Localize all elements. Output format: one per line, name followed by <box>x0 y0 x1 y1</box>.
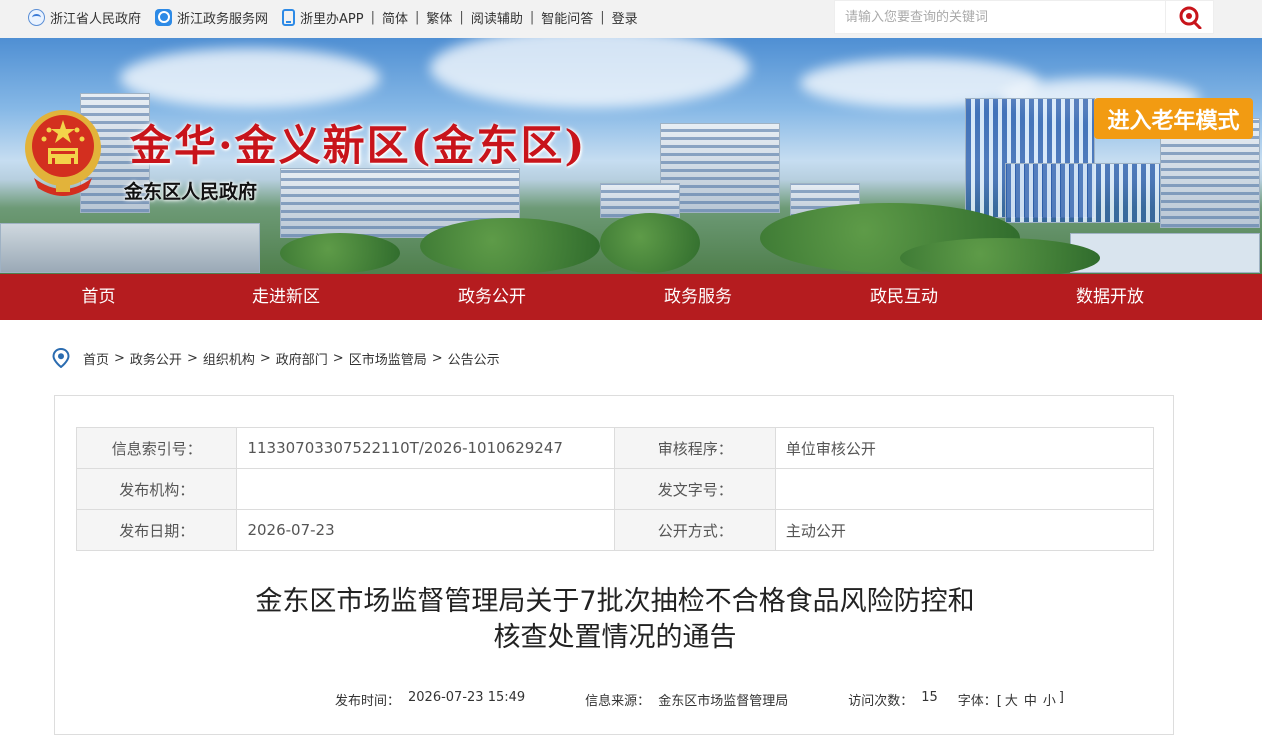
article-title: 金东区市场监督管理局关于7批次抽检不合格食品风险防控和 核查处置情况的通告 <box>55 584 1175 656</box>
breadcrumb-home[interactable]: 首页 <box>83 349 109 368</box>
font-large-button[interactable]: 大 <box>1005 690 1018 709</box>
mode-label: 公开方式： <box>614 509 776 551</box>
source-value: 金东区市场监督管理局 <box>658 694 789 709</box>
site-subtitle: 金东区人民政府 <box>124 181 258 203</box>
publisher-label: 发布机构： <box>75 468 238 510</box>
docno-value <box>774 468 1155 510</box>
login-link[interactable]: 登录 <box>612 8 638 27</box>
elder-mode-button[interactable]: 进入老年模式 <box>1094 98 1253 139</box>
breadcrumb-market-bureau[interactable]: 区市场监管局 <box>349 349 427 368</box>
publish-time-label: 发布时间： <box>335 694 401 709</box>
source-label: 信息来源： <box>585 694 651 709</box>
breadcrumb-gov-affairs[interactable]: 政务公开 <box>130 349 182 368</box>
table-row: 发布日期： 2026-07-23 公开方式： 主动公开 <box>75 509 1155 551</box>
top-bar: 浙江省人民政府 浙江政务服务网 浙里办APP | 简体 | 繁体 | 阅读辅助 … <box>0 0 1262 38</box>
font-medium-button[interactable]: 中 <box>1024 690 1037 709</box>
article-title-line2: 核查处置情况的通告 <box>493 622 737 653</box>
mode-value: 主动公开 <box>774 509 1155 551</box>
search-button[interactable] <box>1165 1 1213 33</box>
nav-item-open-data[interactable]: 数据开放 <box>1021 274 1199 320</box>
review-label: 审核程序： <box>614 427 776 469</box>
breadcrumb-notices[interactable]: 公告公示 <box>448 349 500 368</box>
visits-value: 15 <box>921 690 938 705</box>
service-net-icon <box>155 8 173 26</box>
search-icon <box>1179 6 1201 29</box>
table-row: 发布机构： 发文字号： <box>75 468 1155 510</box>
nav-item-interaction[interactable]: 政民互动 <box>787 274 1021 320</box>
index-label: 信息索引号： <box>75 427 238 469</box>
zhejiang-service-label: 浙江政务服务网 <box>177 11 269 27</box>
zhejiang-gov-link[interactable]: 浙江省人民政府 <box>28 8 141 27</box>
zhejiang-service-link[interactable]: 浙江政务服务网 <box>155 8 268 27</box>
zhejiang-gov-label: 浙江省人民政府 <box>50 11 142 27</box>
date-value: 2026-07-23 <box>236 509 616 551</box>
table-row: 信息索引号： 11330703307522110T/2026-101062924… <box>75 427 1155 469</box>
nav-item-home[interactable]: 首页 <box>0 274 197 320</box>
top-links: 浙江省人民政府 浙江政务服务网 浙里办APP | 简体 | 繁体 | 阅读辅助 … <box>28 0 638 34</box>
nav-item-services[interactable]: 政务服务 <box>609 274 787 320</box>
article-info: 发布时间： 2026-07-23 15:49 信息来源： 金东区市场监督管理局 … <box>335 690 1064 709</box>
publish-time-value: 2026-07-23 15:49 <box>408 690 526 705</box>
font-size-label: 字体：[ <box>957 694 1002 709</box>
review-value: 单位审核公开 <box>774 427 1155 469</box>
zheliban-app-link[interactable]: 浙里办APP <box>282 8 364 27</box>
breadcrumb-org[interactable]: 组织机构 <box>203 349 255 368</box>
zheliban-app-label: 浙里办APP <box>300 11 364 27</box>
breadcrumb-departments[interactable]: 政府部门 <box>276 349 328 368</box>
docno-label: 发文字号： <box>614 468 776 510</box>
location-pin-icon <box>52 348 70 368</box>
main-nav: 首页 走进新区 政务公开 政务服务 政民互动 数据开放 <box>0 274 1262 320</box>
publisher-value <box>236 468 616 510</box>
info-table: 信息索引号： 11330703307522110T/2026-101062924… <box>75 427 1155 551</box>
visits-label: 访问次数： <box>848 694 914 709</box>
index-value: 11330703307522110T/2026-1010629247 <box>236 427 616 469</box>
font-size-close: ] <box>1058 690 1064 705</box>
nav-item-about[interactable]: 走进新区 <box>197 274 375 320</box>
zhejiang-logo-icon <box>28 8 45 26</box>
search-input[interactable] <box>835 1 1165 33</box>
nav-item-gov-affairs[interactable]: 政务公开 <box>375 274 609 320</box>
traditional-link[interactable]: 繁体 <box>426 8 452 27</box>
font-small-button[interactable]: 小 <box>1043 690 1056 709</box>
reading-aid-link[interactable]: 阅读辅助 <box>471 8 523 27</box>
site-title: 金华·金义新区(金东区) <box>130 121 587 170</box>
breadcrumb: 首页 > 政务公开 > 组织机构 > 政府部门 > 区市场监管局 > 公告公示 <box>52 346 500 370</box>
simplified-link[interactable]: 简体 <box>382 8 408 27</box>
phone-icon <box>282 8 296 26</box>
article-panel: 信息索引号： 11330703307522110T/2026-101062924… <box>54 395 1174 735</box>
national-emblem-icon <box>25 110 101 196</box>
article-title-line1: 金东区市场监督管理局关于7批次抽检不合格食品风险防控和 <box>255 586 975 617</box>
smart-qa-link[interactable]: 智能问答 <box>541 8 593 27</box>
search-box <box>834 0 1214 34</box>
header-banner: 金华·金义新区(金东区) 金东区人民政府 进入老年模式 <box>0 38 1262 274</box>
date-label: 发布日期： <box>75 509 238 551</box>
